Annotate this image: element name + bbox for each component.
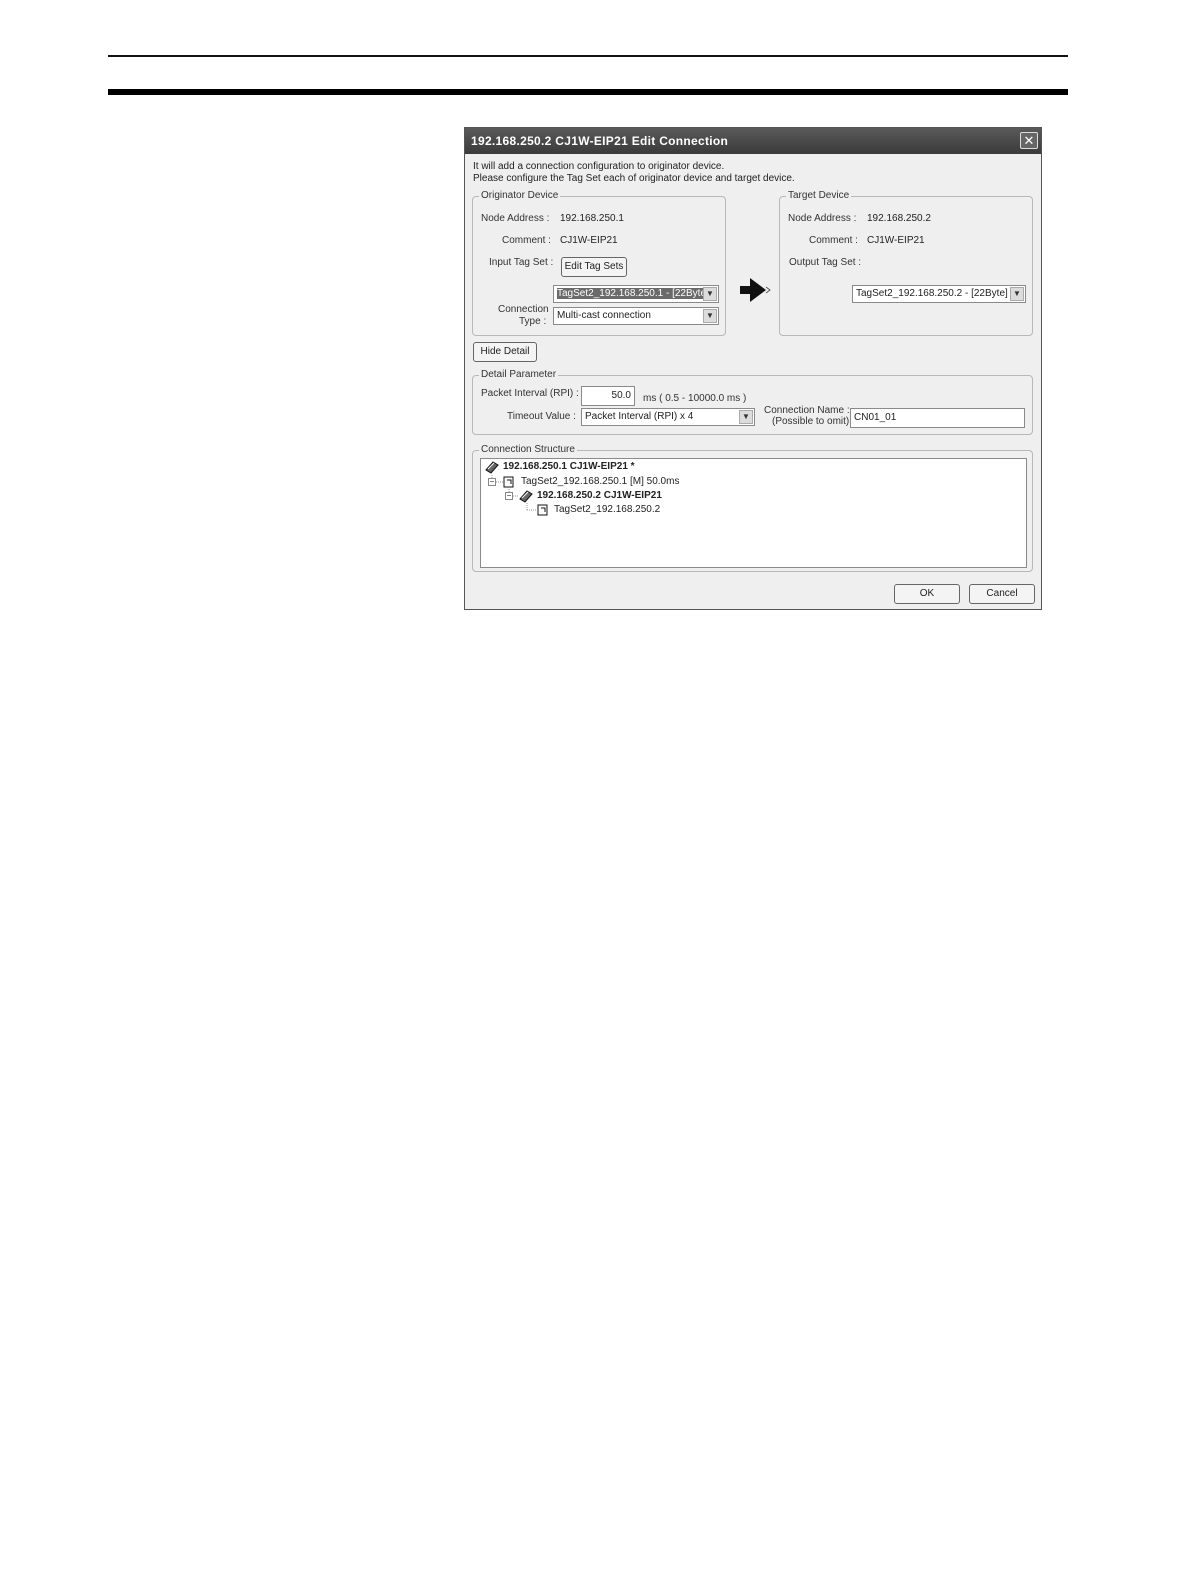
- originator-comment-label: Comment :: [502, 235, 551, 246]
- connection-type-value: Multi-cast connection: [557, 310, 651, 321]
- cancel-label: Cancel: [986, 588, 1018, 599]
- dialog-title: 192.168.250.2 CJ1W-EIP21 Edit Connection: [471, 134, 729, 148]
- collapse-icon: −: [489, 477, 495, 486]
- chevron-down-icon[interactable]: ▼: [703, 287, 717, 301]
- tree-tagset1-label: TagSet2_192.168.250.1 [M] 50.0ms: [521, 476, 680, 487]
- intro-line-1: It will add a connection configuration t…: [473, 161, 725, 172]
- input-tag-set-select[interactable]: TagSet2_192.168.250.1 - [22Byte] ▼: [553, 285, 719, 303]
- edit-tag-sets-button[interactable]: Edit Tag Sets: [561, 257, 627, 277]
- header-rule-thick: [108, 89, 1068, 95]
- connection-type-select[interactable]: Multi-cast connection ▼: [553, 307, 719, 325]
- input-tag-set-value: TagSet2_192.168.250.1 - [22Byte]: [557, 288, 709, 299]
- connection-type-label-line1: Connection: [498, 304, 549, 315]
- connection-name-input[interactable]: CN01_01: [850, 408, 1025, 428]
- connection-structure-group: Connection Structure 192.168.250.1 CJ1W-…: [472, 444, 1033, 572]
- tagset-icon: [503, 476, 514, 488]
- originator-node-address-value: 192.168.250.1: [560, 213, 624, 224]
- output-tag-set-value: TagSet2_192.168.250.2 - [22Byte]: [856, 288, 1008, 299]
- target-node-address-value: 192.168.250.2: [867, 213, 931, 224]
- output-tag-set-select[interactable]: TagSet2_192.168.250.2 - [22Byte] ▼: [852, 285, 1026, 303]
- connection-structure-legend: Connection Structure: [479, 444, 577, 455]
- intro-line-2: Please configure the Tag Set each of ori…: [473, 173, 795, 184]
- originator-device-legend: Originator Device: [479, 190, 561, 201]
- connection-arrow-icon: [740, 278, 771, 302]
- target-node-address-label: Node Address :: [788, 213, 857, 224]
- close-icon: ✕: [1023, 133, 1035, 148]
- hide-detail-button[interactable]: Hide Detail: [473, 342, 537, 362]
- tree-expander-tagset1[interactable]: −: [488, 478, 496, 486]
- target-device-group: Target Device Node Address : 192.168.250…: [779, 190, 1033, 336]
- cancel-button[interactable]: Cancel: [969, 584, 1035, 604]
- connection-name-label-line1: Connection Name :: [764, 405, 850, 416]
- tree-node1-label: 192.168.250.1 CJ1W-EIP21 *: [503, 461, 635, 472]
- packet-interval-input[interactable]: 50.0: [581, 386, 635, 406]
- intro-text: It will add a connection configuration t…: [473, 161, 795, 185]
- target-comment-label: Comment :: [809, 235, 858, 246]
- target-comment-value: CJ1W-EIP21: [867, 235, 925, 246]
- device-icon: [485, 461, 499, 474]
- detail-parameter-group: Detail Parameter Packet Interval (RPI) :…: [472, 369, 1033, 435]
- tree-node2-label: 192.168.250.2 CJ1W-EIP21: [537, 490, 662, 501]
- input-tag-set-label: Input Tag Set :: [489, 257, 554, 268]
- connection-structure-tree[interactable]: 192.168.250.1 CJ1W-EIP21 * − TagSet2_192…: [480, 458, 1027, 568]
- chevron-down-icon[interactable]: ▼: [703, 309, 717, 323]
- packet-interval-label: Packet Interval (RPI) :: [481, 388, 579, 399]
- connection-type-label-line2: Type :: [519, 316, 547, 327]
- collapse-icon: −: [506, 491, 512, 500]
- tree-tagset2-label: TagSet2_192.168.250.2: [554, 504, 661, 515]
- originator-comment-value: CJ1W-EIP21: [560, 235, 618, 246]
- connection-name-label-line2: (Possible to omit): [772, 416, 850, 427]
- chevron-down-icon[interactable]: ▼: [1010, 287, 1024, 301]
- close-button[interactable]: ✕: [1020, 132, 1038, 149]
- packet-interval-value: 50.0: [611, 390, 631, 401]
- device-icon: [519, 490, 533, 503]
- target-device-legend: Target Device: [786, 190, 852, 201]
- detail-parameter-legend: Detail Parameter: [479, 369, 559, 380]
- hide-detail-label: Hide Detail: [480, 346, 530, 357]
- timeout-value-select[interactable]: Packet Interval (RPI) x 4 ▼: [581, 408, 755, 426]
- tree-expander-node2[interactable]: −: [505, 492, 513, 500]
- connection-name-value: CN01_01: [854, 412, 897, 423]
- title-bar: 192.168.250.2 CJ1W-EIP21 Edit Connection…: [465, 128, 1041, 154]
- tagset-icon: [537, 504, 548, 516]
- ok-label: OK: [919, 588, 935, 599]
- packet-interval-range: ms ( 0.5 - 10000.0 ms ): [643, 393, 747, 404]
- output-tag-set-label: Output Tag Set :: [789, 257, 862, 268]
- originator-node-address-label: Node Address :: [481, 213, 550, 224]
- edit-tag-sets-label: Edit Tag Sets: [564, 261, 624, 272]
- header-rule-thin: [108, 55, 1068, 57]
- edit-connection-dialog: 192.168.250.2 CJ1W-EIP21 Edit Connection…: [464, 127, 1042, 610]
- originator-device-group: Originator Device Node Address : 192.168…: [472, 190, 726, 336]
- timeout-value: Packet Interval (RPI) x 4: [585, 411, 694, 422]
- chevron-down-icon[interactable]: ▼: [739, 410, 753, 424]
- timeout-value-label: Timeout Value :: [507, 411, 576, 422]
- ok-button[interactable]: OK: [894, 584, 960, 604]
